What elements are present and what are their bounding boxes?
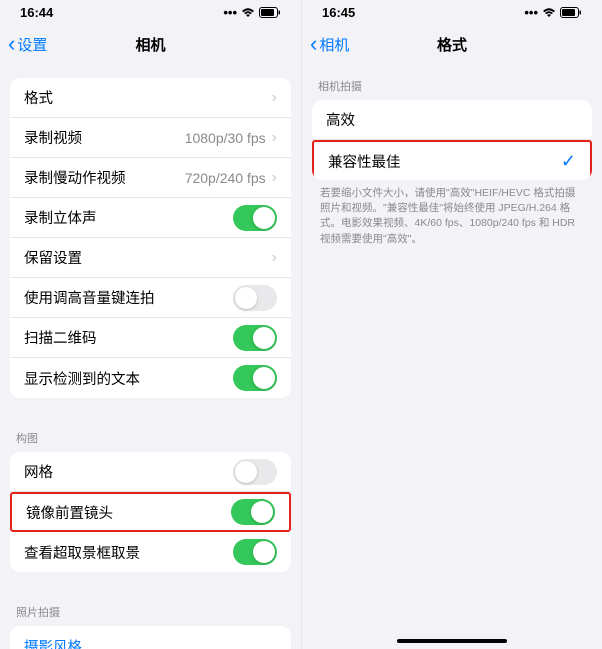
section-header-camera-capture: 相机拍摄: [302, 64, 602, 100]
home-indicator[interactable]: [397, 639, 507, 643]
content-scroll[interactable]: 格式 › 录制视频 1080p/30 fps › 录制慢动作视频 720p/24…: [0, 64, 301, 649]
value-record-slow-mo: 720p/240 fps: [185, 170, 266, 186]
toggle-volume-burst[interactable]: [233, 285, 277, 311]
status-time: 16:44: [20, 5, 53, 20]
status-icons: •••: [524, 5, 582, 20]
row-volume-burst: 使用调高音量键连拍: [10, 278, 291, 318]
section-header-photo-capture: 照片拍摄: [0, 590, 301, 626]
row-scan-qr: 扫描二维码: [10, 318, 291, 358]
back-label: 设置: [17, 34, 47, 55]
toggle-grid[interactable]: [233, 459, 277, 485]
toggle-mirror-front-camera[interactable]: [231, 499, 275, 525]
row-view-outside-frame: 查看超取景框取景: [10, 532, 291, 572]
toggle-scan-qr[interactable]: [233, 325, 277, 351]
section-header-composition: 构图: [0, 416, 301, 452]
wifi-icon: [241, 7, 255, 18]
row-high-efficiency[interactable]: 高效: [312, 100, 592, 140]
content-scroll[interactable]: 相机拍摄 高效 兼容性最佳 ✓ 若要缩小文件大小，请使用"高效"HEIF/HEV…: [302, 64, 602, 649]
battery-icon: [259, 7, 281, 18]
footer-format-explanation: 若要缩小文件大小，请使用"高效"HEIF/HEVC 格式拍摄照片和视频。"兼容性…: [302, 180, 602, 259]
status-icons: •••: [223, 5, 281, 20]
row-formats[interactable]: 格式 ›: [10, 78, 291, 118]
wifi-icon: [542, 7, 556, 18]
nav-bar: ‹ 设置 相机: [0, 24, 301, 64]
toggle-detected-text[interactable]: [233, 365, 277, 391]
nav-bar: ‹ 相机 格式: [302, 24, 602, 64]
row-record-video[interactable]: 录制视频 1080p/30 fps ›: [10, 118, 291, 158]
back-button[interactable]: ‹ 设置: [8, 33, 47, 55]
status-bar: 16:45 •••: [302, 0, 602, 24]
cellular-icon: •••: [223, 5, 237, 20]
page-title: 格式: [437, 34, 467, 55]
group-photo-capture: 摄影风格: [10, 626, 291, 649]
row-grid: 网格: [10, 452, 291, 492]
row-record-slow-mo[interactable]: 录制慢动作视频 720p/240 fps ›: [10, 158, 291, 198]
value-record-video: 1080p/30 fps: [185, 130, 266, 146]
chevron-left-icon: ‹: [310, 33, 317, 55]
phone-right-formats: 16:45 ••• ‹ 相机 格式 相机拍摄 高效 兼容性最佳 ✓ 若要缩小文件…: [301, 0, 602, 649]
chevron-right-icon: ›: [272, 129, 277, 147]
chevron-right-icon: ›: [272, 249, 277, 267]
row-photographic-styles[interactable]: 摄影风格: [10, 626, 291, 649]
phone-left-camera-settings: 16:44 ••• ‹ 设置 相机 格式 › 录制视频 1080p/30 fps…: [0, 0, 301, 649]
row-stereo-sound: 录制立体声: [10, 198, 291, 238]
toggle-view-outside-frame[interactable]: [233, 539, 277, 565]
row-most-compatible[interactable]: 兼容性最佳 ✓: [312, 140, 592, 180]
toggle-stereo-sound[interactable]: [233, 205, 277, 231]
group-format-options: 高效 兼容性最佳 ✓: [312, 100, 592, 180]
group-composition: 网格 镜像前置镜头 查看超取景框取景: [10, 452, 291, 572]
status-time: 16:45: [322, 5, 355, 20]
chevron-right-icon: ›: [272, 89, 277, 107]
row-detected-text: 显示检测到的文本: [10, 358, 291, 398]
group-main: 格式 › 录制视频 1080p/30 fps › 录制慢动作视频 720p/24…: [10, 78, 291, 398]
chevron-right-icon: ›: [272, 169, 277, 187]
chevron-left-icon: ‹: [8, 33, 15, 55]
back-button[interactable]: ‹ 相机: [310, 33, 349, 55]
page-title: 相机: [135, 34, 165, 55]
battery-icon: [560, 7, 582, 18]
checkmark-icon: ✓: [561, 151, 576, 172]
row-mirror-front-camera: 镜像前置镜头: [10, 492, 291, 532]
status-bar: 16:44 •••: [0, 0, 301, 24]
row-preserve-settings[interactable]: 保留设置 ›: [10, 238, 291, 278]
back-label: 相机: [319, 34, 349, 55]
cellular-icon: •••: [524, 5, 538, 20]
